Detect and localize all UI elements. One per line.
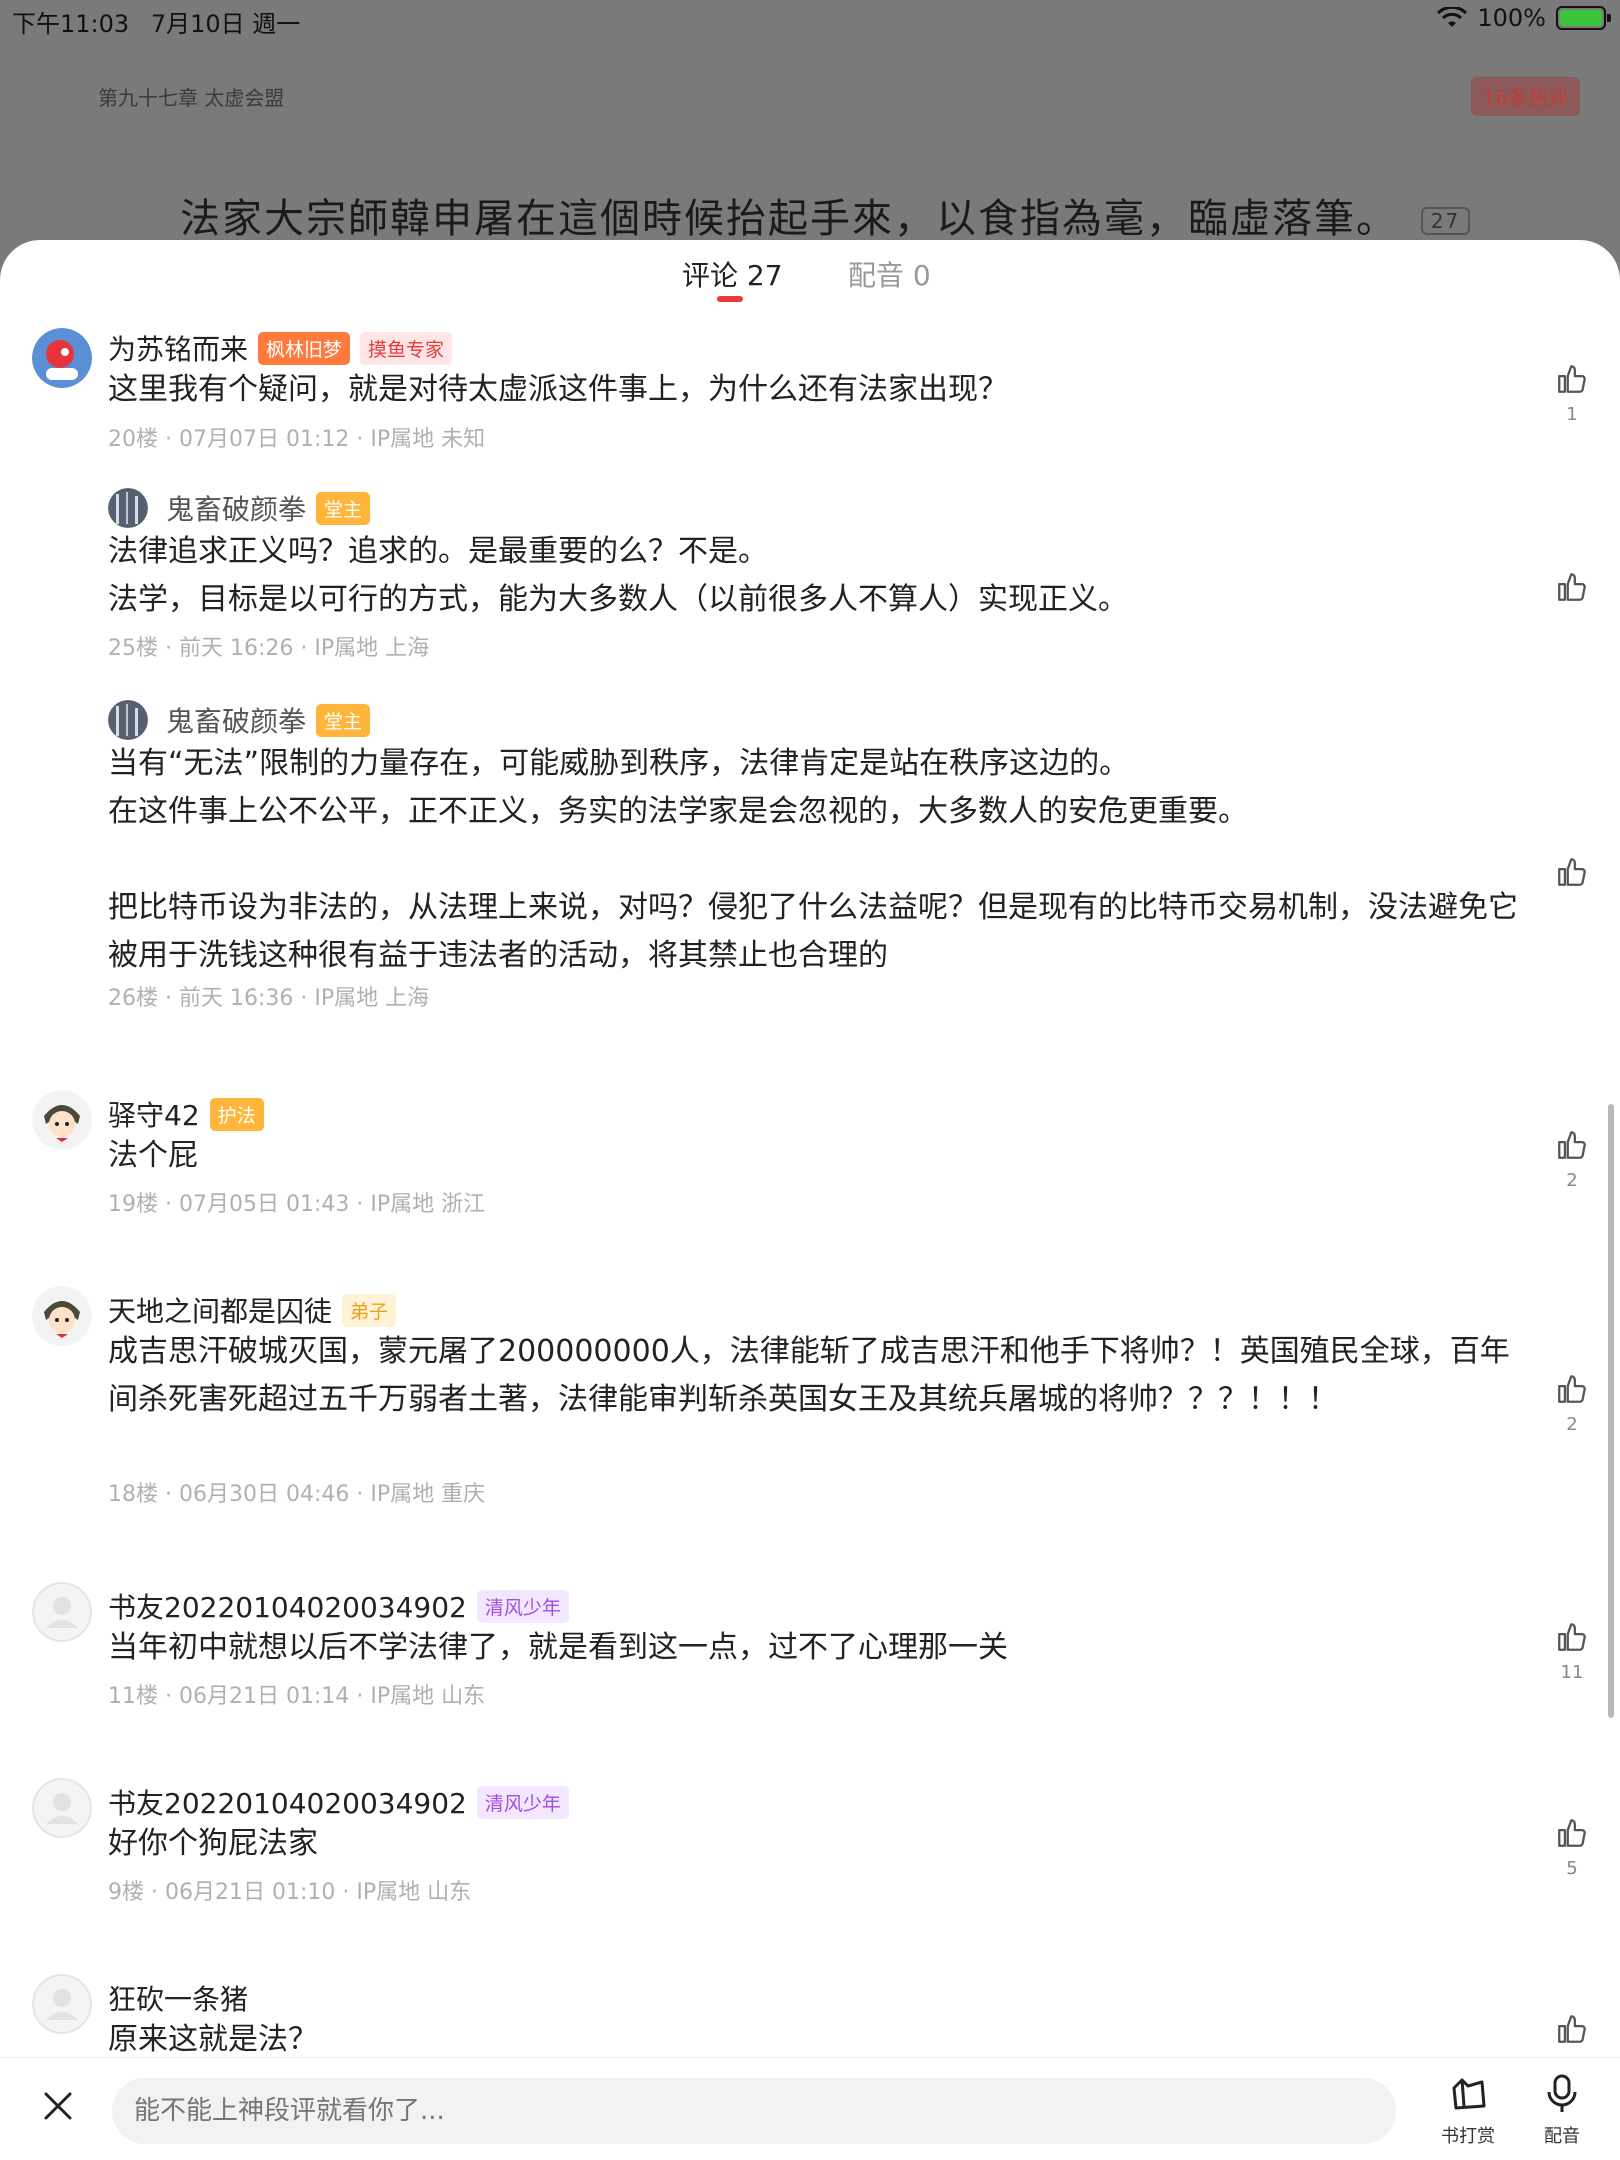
comment-input[interactable]: [112, 2078, 1396, 2144]
tip-button[interactable]: 书打赏: [1428, 2072, 1508, 2148]
like-count: 2: [1566, 1414, 1578, 1435]
comment-text[interactable]: 法个屁: [108, 1132, 1528, 1180]
username-row: 狂砍一条猪: [108, 1978, 248, 2018]
comment-text[interactable]: 成吉思汗破城灭国，蒙元屠了200000000人，法律能斩了成吉思汗和他手下将帅？…: [108, 1328, 1528, 1424]
battery-percent: 100%: [1477, 4, 1546, 32]
comment-text[interactable]: 好你个狗屁法家: [108, 1820, 1528, 1868]
title-badge: 摸鱼专家: [360, 331, 453, 365]
like-button[interactable]: 11: [1554, 1620, 1590, 1683]
rank-badge: 堂主: [316, 703, 371, 737]
like-button[interactable]: 1: [1554, 362, 1590, 425]
avatar[interactable]: [32, 1286, 92, 1346]
like-button[interactable]: [1554, 570, 1590, 608]
thumbs-up-icon: [1558, 573, 1586, 601]
username-row: 鬼畜破颜拳 堂主: [166, 488, 371, 528]
comment-text[interactable]: 原来这就是法？: [108, 2016, 1528, 2060]
comment-meta: 18楼 · 06月30日 04:46 · IP属地 重庆: [108, 1482, 486, 1507]
reply-meta: 25楼 · 前天 16:26 · IP属地 上海: [108, 636, 430, 661]
username[interactable]: 书友20220104020034902: [108, 1782, 467, 1822]
thumbs-up-icon: [1558, 858, 1586, 886]
username[interactable]: 书友20220104020034902: [108, 1586, 467, 1626]
username[interactable]: 天地之间都是囚徒: [108, 1290, 332, 1330]
avatar[interactable]: [108, 488, 148, 528]
comment-meta: 20楼 · 07月07日 01:12 · IP属地 未知: [108, 427, 486, 452]
username[interactable]: 狂砍一条猪: [108, 1978, 248, 2018]
username-row: 天地之间都是囚徒 弟子: [108, 1290, 397, 1330]
rank-badge: 清风少年: [476, 1785, 569, 1819]
chapter-title: 第九十七章 太虚会盟: [98, 86, 285, 110]
reader-paragraph: 法家大宗師韓申屠在這個時候抬起手來，以食指為毫，臨虛落筆。 27: [180, 186, 1471, 244]
tab-dubbing[interactable]: 配音 0: [848, 254, 931, 294]
tab-comments[interactable]: 评论 27: [682, 254, 783, 294]
status-bar: 下午11:03 7月10日 週一 100%: [0, 0, 1620, 40]
thumbs-up-icon: [1558, 1375, 1586, 1403]
avatar[interactable]: [32, 1090, 92, 1150]
username-row: 鬼畜破颜拳 堂主: [166, 700, 371, 740]
wifi-icon: [1437, 7, 1468, 27]
username-row: 驿守42 护法: [108, 1094, 264, 1134]
tab-bar: 评论 27 配音 0: [0, 240, 1620, 310]
tip-label: 书打赏: [1441, 2126, 1495, 2147]
avatar[interactable]: [108, 700, 148, 740]
like-count: 5: [1566, 1858, 1578, 1879]
like-button[interactable]: 2: [1554, 1128, 1590, 1191]
username[interactable]: 为苏铭而来: [108, 328, 248, 368]
comment-meta: 9楼 · 06月21日 01:10 · IP属地 山东: [108, 1880, 472, 1905]
scrollbar[interactable]: [1608, 1104, 1614, 1718]
like-count: 2: [1566, 1170, 1578, 1191]
like-button[interactable]: 2: [1554, 1372, 1590, 1435]
thumbs-up-icon: [1558, 365, 1586, 393]
gift-icon: [1452, 2078, 1486, 2110]
rank-badge: 弟子: [342, 1293, 397, 1327]
thumbs-up-icon: [1558, 2015, 1586, 2043]
status-indicators: 100%: [1437, 4, 1611, 32]
username-row: 书友20220104020034902 清风少年: [108, 1782, 569, 1822]
reply-text[interactable]: 当有“无法”限制的力量存在，可能威胁到秩序，法律肯定是站在秩序这边的。 在这件事…: [108, 740, 1528, 980]
username[interactable]: 驿守42: [108, 1094, 200, 1134]
status-date: 7月10日 週一: [150, 10, 301, 38]
fan-badge: 枫林旧梦: [258, 331, 351, 365]
rank-badge: 堂主: [316, 491, 371, 525]
comment-sheet: 评论 27 配音 0 为苏铭而来 枫林旧梦 摸鱼专家 这里我有个疑问，就是对待太…: [0, 240, 1620, 2160]
tab-active-indicator: [717, 296, 743, 302]
rank-badge: 清风少年: [476, 1589, 569, 1623]
like-button[interactable]: [1554, 2012, 1590, 2050]
comment-text[interactable]: 当年初中就想以后不学法律了，就是看到这一点，过不了心理那一关: [108, 1624, 1528, 1672]
comment-text[interactable]: 这里我有个疑问，就是对待太虚派这件事上，为什么还有法家出现？: [108, 366, 1528, 414]
dubbing-button[interactable]: 配音: [1522, 2072, 1602, 2148]
rank-badge: 护法: [209, 1097, 264, 1131]
avatar[interactable]: [32, 1582, 92, 1642]
avatar[interactable]: [32, 328, 92, 388]
battery-icon: [1556, 6, 1611, 30]
like-button[interactable]: [1554, 855, 1590, 893]
username[interactable]: 鬼畜破颜拳: [166, 700, 306, 740]
comment-meta: 11楼 · 06月21日 01:14 · IP属地 山东: [108, 1684, 486, 1709]
like-count: 1: [1566, 404, 1578, 425]
paragraph-comment-count[interactable]: 27: [1420, 207, 1471, 235]
like-count: 11: [1560, 1662, 1584, 1683]
username-row: 为苏铭而来 枫林旧梦 摸鱼专家: [108, 328, 453, 368]
like-button[interactable]: 5: [1554, 1816, 1590, 1879]
status-time: 下午11:03: [12, 10, 130, 38]
thumbs-up-icon: [1558, 1623, 1586, 1651]
thumbs-up-icon: [1558, 1819, 1586, 1847]
microphone-icon: [1547, 2074, 1577, 2112]
status-time-date: 下午11:03 7月10日 週一: [12, 4, 300, 39]
comment-list: 为苏铭而来 枫林旧梦 摸鱼专家 这里我有个疑问，就是对待太虚派这件事上，为什么还…: [0, 320, 1620, 2060]
comment-meta: 19楼 · 07月05日 01:43 · IP属地 浙江: [108, 1192, 486, 1217]
bottom-bar: 书打赏 配音: [0, 2057, 1620, 2160]
username[interactable]: 鬼畜破颜拳: [166, 488, 306, 528]
avatar[interactable]: [32, 1974, 92, 2034]
username-row: 书友20220104020034902 清风少年: [108, 1586, 569, 1626]
reply-text[interactable]: 法律追求正义吗？追求的。是最重要的么？不是。 法学，目标是以可行的方式，能为大多…: [108, 528, 1528, 624]
reader-line-text: 法家大宗師韓申屠在這個時候抬起手來，以食指為毫，臨虛落筆。: [180, 196, 1398, 242]
hot-comments-badge[interactable]: 16条热评: [1470, 77, 1580, 116]
dubbing-label: 配音: [1544, 2126, 1580, 2147]
thumbs-up-icon: [1558, 1131, 1586, 1159]
reply-meta: 26楼 · 前天 16:36 · IP属地 上海: [108, 986, 430, 1011]
avatar[interactable]: [32, 1778, 92, 1838]
close-icon[interactable]: [40, 2088, 76, 2124]
